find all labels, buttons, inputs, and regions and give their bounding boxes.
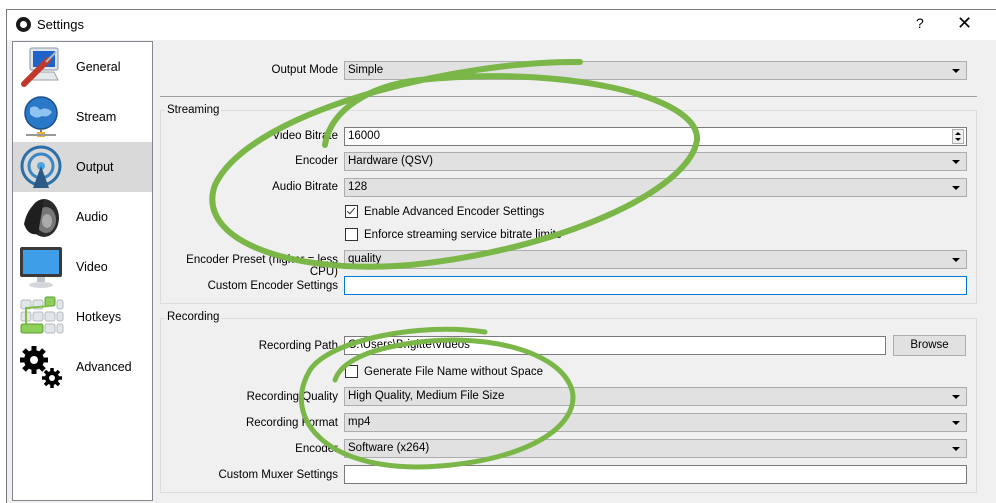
enforce-bitrate-limits-label: Enforce streaming service bitrate limits <box>364 228 562 241</box>
sidebar-item-label: General <box>76 60 121 74</box>
chevron-down-icon <box>952 421 960 425</box>
custom-muxer-settings-label: Custom Muxer Settings <box>218 469 338 481</box>
sidebar-item-label: Advanced <box>76 360 132 374</box>
settings-sidebar: General Stream Output Audio Video Hotkey… <box>12 41 153 501</box>
recording-encoder-select[interactable]: Software (x264) <box>344 439 967 458</box>
chevron-down-icon <box>952 160 960 164</box>
enable-advanced-encoder-checkbox[interactable]: Enable Advanced Encoder Settings <box>345 205 544 218</box>
audio-bitrate-select[interactable]: 128 <box>344 178 967 197</box>
encoder-preset-select[interactable]: quality <box>344 250 967 269</box>
chevron-down-icon <box>952 447 960 451</box>
globe-network-icon <box>18 94 64 140</box>
audio-bitrate-value: 128 <box>348 181 368 193</box>
output-mode-value: Simple <box>348 64 384 76</box>
speaker-icon <box>18 194 64 240</box>
checkbox-checked-icon[interactable] <box>345 205 358 218</box>
obs-logo-icon <box>16 17 31 32</box>
encoder-preset-value: quality <box>348 253 382 265</box>
chevron-down-icon <box>952 186 960 190</box>
custom-muxer-settings-input[interactable] <box>344 465 967 484</box>
recording-path-label: Recording Path <box>258 340 338 352</box>
chevron-down-icon <box>952 69 960 73</box>
sidebar-item-audio[interactable]: Audio <box>13 192 152 242</box>
sidebar-item-label: Hotkeys <box>76 310 122 324</box>
recording-format-label: Recording Format <box>245 417 338 429</box>
output-mode-label: Output Mode <box>271 64 338 76</box>
encoder-preset-label: Encoder Preset (higher = less CPU) <box>186 254 338 278</box>
recording-encoder-value: Software (x264) <box>348 442 430 454</box>
monitor-icon <box>18 244 64 290</box>
sidebar-item-output[interactable]: Output <box>13 142 152 192</box>
broadcast-antenna-icon <box>18 144 64 190</box>
chevron-down-icon <box>952 395 960 399</box>
custom-encoder-settings-input[interactable] <box>344 276 967 295</box>
enforce-bitrate-limits-checkbox[interactable]: Enforce streaming service bitrate limits <box>345 228 561 241</box>
recording-quality-value: High Quality, Medium File Size <box>348 390 505 402</box>
spin-up-icon[interactable] <box>955 132 961 135</box>
spin-down-icon[interactable] <box>955 138 961 141</box>
enable-advanced-encoder-label: Enable Advanced Encoder Settings <box>364 205 545 218</box>
output-mode-select[interactable]: Simple <box>344 61 967 80</box>
stream-encoder-select[interactable]: Hardware (QSV) <box>344 152 967 171</box>
title-bar: Settings ? ✕ <box>7 10 996 40</box>
recording-encoder-label: Encoder <box>295 443 338 455</box>
stream-encoder-label: Encoder <box>295 155 338 167</box>
sidebar-item-video[interactable]: Video <box>13 242 152 292</box>
audio-bitrate-label: Audio Bitrate <box>272 181 338 193</box>
sidebar-item-hotkeys[interactable]: Hotkeys <box>13 292 152 342</box>
sidebar-item-label: Video <box>76 260 108 274</box>
video-bitrate-value: 16000 <box>348 130 380 142</box>
keyboard-icon <box>18 294 64 340</box>
sidebar-item-label: Audio <box>76 210 108 224</box>
recording-group-title: Recording <box>165 311 222 323</box>
sidebar-item-stream[interactable]: Stream <box>13 92 152 142</box>
help-button[interactable]: ? <box>916 15 924 31</box>
gears-icon <box>18 344 64 390</box>
checkbox-unchecked-icon[interactable] <box>345 365 358 378</box>
sidebar-item-label: Stream <box>76 110 117 124</box>
sidebar-item-advanced[interactable]: Advanced <box>13 342 152 392</box>
recording-path-input[interactable]: C:\Users\Brigitte\Videos <box>344 336 886 355</box>
section-divider <box>160 96 977 97</box>
computer-screwdriver-icon <box>18 44 64 90</box>
custom-encoder-settings-label: Custom Encoder Settings <box>207 280 338 292</box>
recording-path-value: C:\Users\Brigitte\Videos <box>348 339 470 351</box>
recording-format-value: mp4 <box>348 416 371 428</box>
recording-format-select[interactable]: mp4 <box>344 413 967 432</box>
generate-filename-label: Generate File Name without Space <box>364 365 543 378</box>
streaming-group-title: Streaming <box>165 104 222 116</box>
stream-encoder-value: Hardware (QSV) <box>348 155 433 167</box>
generate-filename-checkbox[interactable]: Generate File Name without Space <box>345 365 543 378</box>
video-bitrate-spinbox[interactable]: 16000 <box>344 127 967 146</box>
checkbox-unchecked-icon[interactable] <box>345 228 358 241</box>
recording-quality-select[interactable]: High Quality, Medium File Size <box>344 387 967 406</box>
close-button[interactable]: ✕ <box>957 13 972 34</box>
spin-buttons[interactable] <box>952 129 964 144</box>
recording-quality-label: Recording Quality <box>246 391 338 403</box>
sidebar-item-general[interactable]: General <box>13 42 152 92</box>
window-title: Settings <box>37 17 84 32</box>
chevron-down-icon <box>952 258 960 262</box>
browse-button[interactable]: Browse <box>893 335 966 356</box>
sidebar-item-label: Output <box>76 160 114 174</box>
video-bitrate-label: Video Bitrate <box>272 130 338 142</box>
